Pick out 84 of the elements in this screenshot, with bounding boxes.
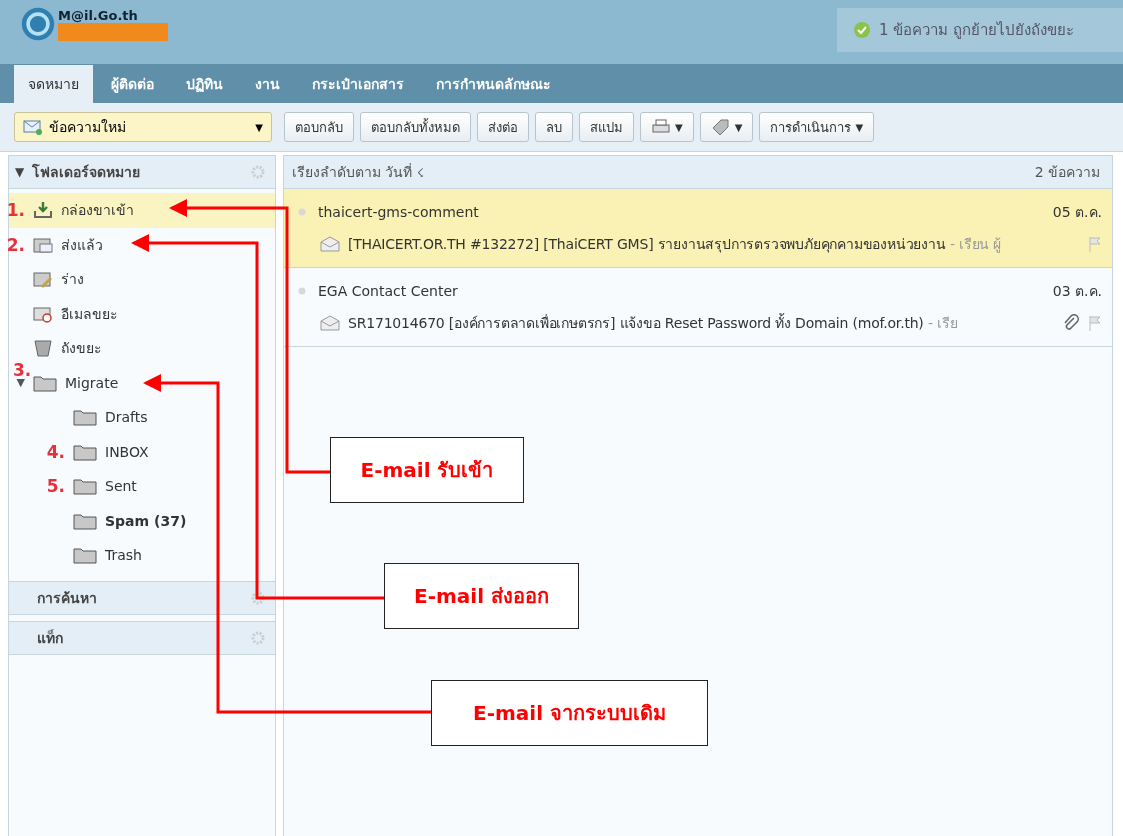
callout-box: E-mail จากระบบเดิม: [431, 680, 708, 746]
toolbar-button[interactable]: ตอบกลับทั้งหมด: [360, 112, 471, 142]
folder-icon: [73, 511, 97, 530]
folder-name: Sent: [105, 478, 137, 495]
message-date: 05 ต.ค.: [1052, 203, 1102, 222]
flag-icon[interactable]: [1088, 315, 1102, 331]
sender-name: thaicert-gms-comment: [318, 204, 480, 220]
check-icon: [853, 21, 871, 39]
folder-name: อีเมลขยะ: [61, 304, 118, 324]
folder-name: Trash: [105, 547, 142, 564]
folder-pencil-icon: [33, 270, 53, 289]
folder-item[interactable]: ร่าง: [9, 262, 275, 297]
panel-header[interactable]: การค้นหา: [9, 580, 275, 615]
callout-box: E-mail ส่งออก: [384, 563, 579, 629]
message-date: 03 ต.ค.: [1052, 282, 1102, 301]
folder-item[interactable]: Drafts: [9, 400, 275, 435]
panel-title: การค้นหา: [37, 588, 98, 608]
tag-icon: [710, 119, 731, 135]
app-tab[interactable]: ผู้ติดต่อ: [97, 65, 168, 103]
sender-name: EGA Contact Center: [318, 283, 459, 299]
folder-item[interactable]: 4. INBOX: [9, 434, 275, 469]
logo-text: M@il.Go.th: [58, 7, 139, 23]
message-subject: [THAICERT.OR.TH #132272] [ThaiCERT GMS] รายงานสรุปการตรวจพบภัยคุกคามของหน่วยงาน - เรียน ผู้: [348, 235, 1003, 255]
panel-header[interactable]: แท็ก: [9, 620, 275, 655]
folder-name: ร่าง: [61, 270, 84, 290]
download-tray-icon: [33, 201, 53, 220]
folder-name: ถังขยะ: [61, 339, 102, 359]
message-row[interactable]: EGA Contact Center 03 ต.ค. SR171014670 [องค์การตลาดเพื่อเกษตรกร] แจ้งขอ Reset Password ทั้ง Domain (mof.or.th) - เรีย: [284, 268, 1112, 347]
folder-item[interactable]: 1. กล่องขาเข้า: [9, 193, 275, 228]
folder-name: Spam (37): [105, 512, 187, 529]
tag-button[interactable]: ▼: [699, 112, 754, 142]
app-tab[interactable]: ปฏิทิน: [172, 65, 237, 103]
annotation-number: 5.: [46, 476, 65, 497]
unread-dot-icon: [298, 208, 306, 216]
folder-name: Migrate: [65, 374, 119, 391]
toolbar-button[interactable]: ส่งต่อ: [477, 112, 529, 142]
folder-name: ส่งแล้ว: [61, 235, 103, 255]
toolbar-button[interactable]: การดำเนินการ ▼: [759, 112, 875, 142]
app-tab[interactable]: การกำหนดลักษณะ: [422, 65, 565, 103]
message-row[interactable]: thaicert-gms-comment 05 ต.ค. [THAICERT.OR.TH #132272] [ThaiCERT GMS] รายงานสรุปการตรวจพบภัยคุกคามของหน่วยงาน - เรียน ผู้: [284, 189, 1112, 268]
collapse-toggle[interactable]: ▼: [15, 165, 25, 179]
print-button[interactable]: ▼: [640, 112, 694, 142]
folder-item[interactable]: Spam (37): [9, 503, 275, 538]
folder-item[interactable]: Trash: [9, 538, 275, 573]
folder-icon: [33, 235, 53, 254]
toolbar-button[interactable]: สแปม: [579, 112, 634, 142]
panel-title: แท็ก: [37, 628, 64, 648]
annotation-number: 1.: [6, 200, 25, 221]
envelope-icon: [320, 315, 340, 331]
folder-icon: [33, 373, 57, 392]
sort-label[interactable]: เรียงลำดับตาม วันที่ ☇: [292, 161, 424, 183]
folder-name: กล่องขาเข้า: [61, 201, 134, 221]
message-count: 2 ข้อความ: [1034, 163, 1100, 182]
app-tab[interactable]: กระเป๋าเอกสาร: [298, 65, 418, 103]
annotation-number: 2.: [6, 234, 25, 255]
folder-item[interactable]: 5. Sent: [9, 469, 275, 504]
new-message-button[interactable]: ข้อความใหม่ ▼: [14, 112, 272, 142]
settings-icon[interactable]: [251, 590, 265, 605]
panel-title: โฟลเดอร์จดหมาย: [32, 162, 142, 182]
unread-dot-icon: [298, 287, 306, 295]
callout-box: E-mail รับเข้า: [330, 437, 524, 503]
trash-icon: [33, 339, 53, 358]
logo[interactable]: M@il.Go.th: [20, 6, 168, 42]
annotation-number: 4.: [46, 441, 65, 462]
envelope-icon: [320, 236, 340, 252]
toolbar-button[interactable]: ตอบกลับ: [284, 112, 354, 142]
app-tab[interactable]: จดหมาย: [14, 65, 93, 103]
folder-name: Drafts: [105, 409, 148, 426]
envelope-icon: [23, 119, 43, 135]
message-subject: SR171014670 [องค์การตลาดเพื่อเกษตรกร] แจ้งขอ Reset Password ทั้ง Domain (mof.or.th) - เรีย: [348, 312, 959, 333]
folder-icon: [73, 408, 97, 427]
app-tab[interactable]: งาน: [241, 65, 294, 103]
toolbar-button[interactable]: ลบ: [535, 112, 573, 142]
folder-item[interactable]: อีเมลขยะ: [9, 296, 275, 331]
folder-icon: [73, 442, 97, 461]
folder-icon: [73, 546, 97, 565]
folder-name: INBOX: [105, 443, 149, 460]
flag-icon[interactable]: [1088, 236, 1102, 252]
folder-item[interactable]: 2. ส่งแล้ว: [9, 227, 275, 262]
globe-icon: [20, 6, 56, 42]
printer-icon: [651, 119, 671, 135]
folder-blocked-icon: [33, 304, 53, 323]
notification-text: 1 ข้อความ ถูกย้ายไปยังถังขยะ: [879, 20, 1075, 41]
folder-icon: [73, 477, 97, 496]
